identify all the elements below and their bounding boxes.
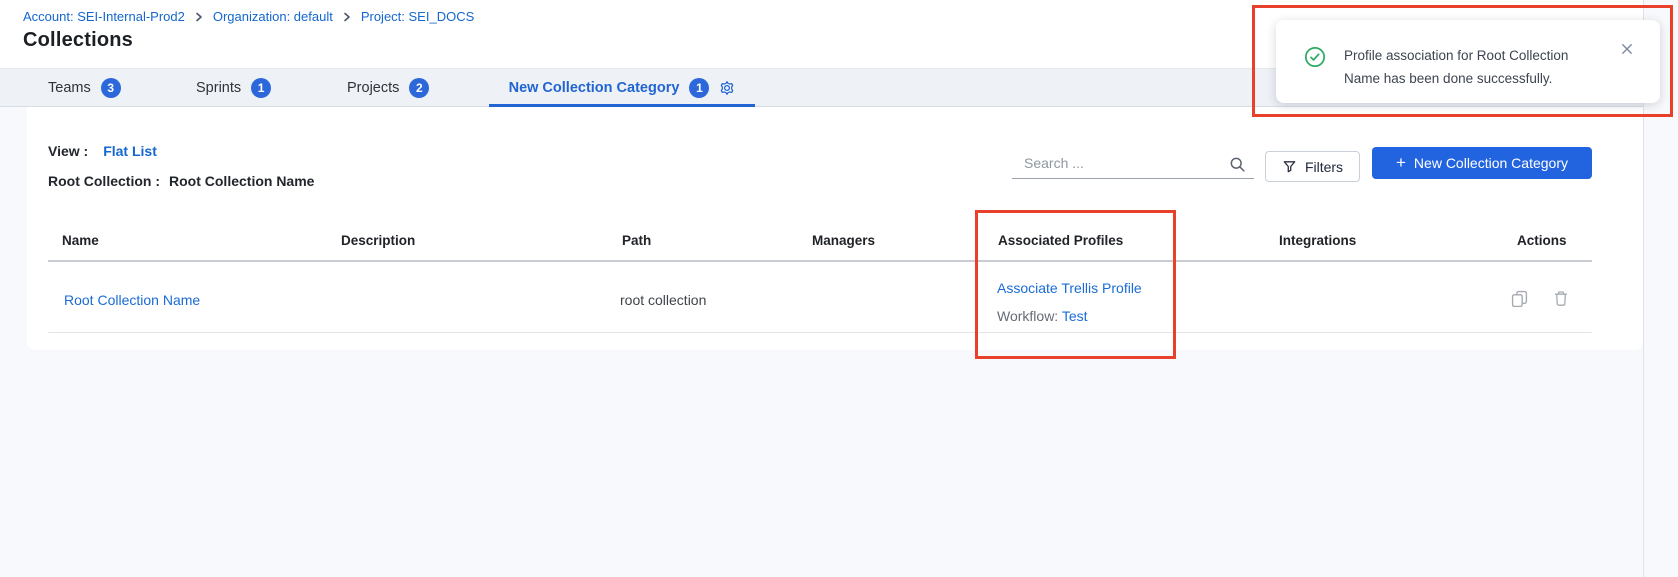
breadcrumb-project-link[interactable]: Project: SEI_DOCS xyxy=(361,9,474,24)
path-cell: root collection xyxy=(620,292,706,308)
tab-projects[interactable]: Projects 2 xyxy=(347,69,429,107)
content-card xyxy=(27,107,1643,350)
root-collection-row: Root Collection : Root Collection Name xyxy=(48,173,314,189)
breadcrumb-account-link[interactable]: Account: SEI-Internal-Prod2 xyxy=(23,9,185,24)
workflow-cell: Workflow: Test xyxy=(997,308,1088,324)
view-selector-row: View : Flat List xyxy=(48,143,157,159)
plus-icon: + xyxy=(1396,154,1406,171)
associated-profiles-cell: Associate Trellis Profile xyxy=(997,280,1142,296)
collection-name-link[interactable]: Root Collection Name xyxy=(64,292,200,308)
root-collection-value: Root Collection Name xyxy=(169,173,314,189)
gear-icon[interactable] xyxy=(719,80,735,96)
breadcrumb: Account: SEI-Internal-Prod2 Organization… xyxy=(23,9,474,24)
column-header-name[interactable]: Name xyxy=(62,233,99,248)
tab-label: Projects xyxy=(347,80,399,96)
tab-label: Sprints xyxy=(196,80,241,96)
tab-sprints[interactable]: Sprints 1 xyxy=(196,69,271,107)
search-box xyxy=(1012,150,1254,179)
column-header-integrations[interactable]: Integrations xyxy=(1279,233,1356,248)
tab-new-collection-category[interactable]: New Collection Category 1 xyxy=(489,69,755,107)
root-collection-label: Root Collection : xyxy=(48,173,160,189)
collection-name-cell: Root Collection Name xyxy=(64,292,200,308)
workflow-label: Workflow: xyxy=(997,308,1062,324)
page-title: Collections xyxy=(23,29,133,52)
column-header-description[interactable]: Description xyxy=(341,233,415,248)
tab-count-badge: 1 xyxy=(251,78,271,98)
collections-page: Account: SEI-Internal-Prod2 Organization… xyxy=(0,0,1678,577)
close-icon[interactable] xyxy=(1620,42,1634,56)
toast-message: Profile association for Root Collection … xyxy=(1344,44,1602,90)
new-collection-category-button-label: New Collection Category xyxy=(1414,155,1568,171)
workflow-test-link[interactable]: Test xyxy=(1062,308,1088,324)
column-header-path[interactable]: Path xyxy=(622,233,651,248)
chevron-right-icon xyxy=(194,12,204,22)
success-toast: Profile association for Root Collection … xyxy=(1276,20,1660,103)
tab-count-badge: 1 xyxy=(689,78,709,98)
filters-button[interactable]: Filters xyxy=(1265,151,1360,182)
breadcrumb-org-link[interactable]: Organization: default xyxy=(213,9,333,24)
new-collection-category-button[interactable]: + New Collection Category xyxy=(1372,147,1592,179)
search-icon[interactable] xyxy=(1229,156,1246,173)
flat-list-link[interactable]: Flat List xyxy=(103,143,157,159)
column-header-actions[interactable]: Actions xyxy=(1517,233,1567,248)
search-input[interactable] xyxy=(1012,155,1229,173)
chevron-right-icon xyxy=(342,12,352,22)
table-header-divider xyxy=(48,260,1592,262)
column-header-managers[interactable]: Managers xyxy=(812,233,875,248)
tab-teams[interactable]: Teams 3 xyxy=(48,69,121,107)
copy-icon[interactable] xyxy=(1511,290,1528,307)
filters-button-label: Filters xyxy=(1305,159,1343,175)
table-row-bottom-border xyxy=(48,332,1592,333)
view-label: View : xyxy=(48,143,88,159)
tab-count-badge: 2 xyxy=(409,78,429,98)
associate-trellis-profile-link[interactable]: Associate Trellis Profile xyxy=(997,280,1142,296)
column-header-associated-profiles[interactable]: Associated Profiles xyxy=(998,233,1123,248)
tab-label: New Collection Category xyxy=(509,80,680,96)
success-check-icon xyxy=(1304,46,1326,68)
filter-funnel-icon xyxy=(1282,159,1297,174)
tab-count-badge: 3 xyxy=(101,78,121,98)
trash-icon[interactable] xyxy=(1553,290,1569,307)
tab-label: Teams xyxy=(48,80,91,96)
